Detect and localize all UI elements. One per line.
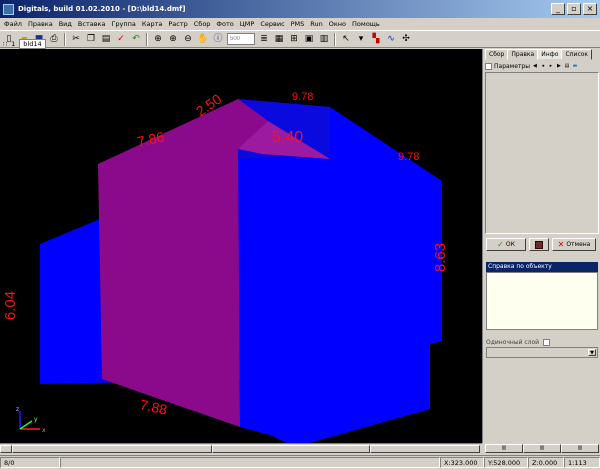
axis-x-label: x <box>42 427 46 434</box>
status-scale: 1:113 <box>564 456 600 468</box>
panel-bottom-button[interactable]: ▥ <box>485 444 523 453</box>
single-layer-checkbox[interactable] <box>543 338 551 346</box>
menu-view[interactable]: Вид <box>59 20 72 28</box>
menu-collect[interactable]: Сбор <box>194 20 211 28</box>
axis-y-line <box>19 420 33 430</box>
tool-button[interactable] <box>529 238 549 251</box>
3d-viewport[interactable]: z x y 2.50 9.78 7.86 5.40 9.78 8.63 6.04… <box>0 49 482 443</box>
dimension-label: 9.78 <box>398 151 420 163</box>
axis-y-label: y <box>34 416 38 423</box>
menu-photo[interactable]: Фото <box>216 20 233 28</box>
axis-z-label: z <box>16 406 19 413</box>
minimize-button[interactable]: _ <box>551 3 565 15</box>
scroll-segment[interactable] <box>370 444 480 453</box>
grid-toggle-icon[interactable]: ∷ <box>3 40 7 48</box>
tab-collect[interactable]: Сбор <box>485 49 509 60</box>
parameters-row: Параметры ◀ ◂ ▸ ▶ ▤ ▬ <box>485 61 599 71</box>
scroll-segment[interactable] <box>12 444 212 453</box>
maximize-button[interactable]: ▫ <box>567 3 581 15</box>
panel-tabs: Сбор Правка Инфо Список <box>485 49 593 60</box>
chevron-down-icon[interactable]: ▼ <box>588 349 596 356</box>
layer-select[interactable]: ▼ <box>486 347 598 358</box>
check-icon: ✓ <box>497 240 504 249</box>
menu-dem[interactable]: ЦМР <box>240 20 255 28</box>
monitor-icon[interactable]: ▬ <box>572 63 578 70</box>
title-bar: Digitals, build 01.02.2010 - [D:\bld14.d… <box>0 0 600 18</box>
panel-bottom-button[interactable]: ▥ <box>561 444 599 453</box>
document-tab[interactable]: bld14 <box>19 38 46 49</box>
menu-group[interactable]: Группа <box>111 20 135 28</box>
panel-buttons: ✓ ОК ✕ Отмена <box>486 238 598 251</box>
cancel-button[interactable]: ✕ Отмена <box>552 238 596 251</box>
cancel-label: Отмена <box>566 241 591 248</box>
front-gable-face <box>98 149 240 427</box>
status-bar: 8/0 X:323.000 Y:528.000 Z:0.000 1:113 <box>0 455 600 468</box>
menu-window[interactable]: Окно <box>329 20 346 28</box>
menu-raster[interactable]: Растр <box>168 20 187 28</box>
ok-label: ОК <box>505 241 515 248</box>
next-record-icon[interactable]: ▸ <box>548 63 554 70</box>
building-3d-model: z x y <box>16 99 442 443</box>
parameters-checkbox[interactable] <box>485 62 492 70</box>
status-z: Z:0.000 <box>528 456 564 468</box>
app-icon <box>3 3 14 15</box>
layer-number: 1 <box>11 39 16 48</box>
side-panel: Сбор Правка Инфо Список Параметры ◀ ◂ ▸ … <box>482 49 600 453</box>
first-record-icon[interactable]: ◀ <box>532 63 538 70</box>
panel-bottom-button[interactable]: ▥ <box>523 444 561 453</box>
tab-list[interactable]: Список <box>561 49 593 60</box>
status-count: 8/0 <box>0 456 60 468</box>
status-x: X:323.000 <box>440 456 484 468</box>
scroll-segment[interactable] <box>212 444 370 453</box>
dimension-label: 5.40 <box>272 129 304 146</box>
object-help-label: Справка по объекту <box>486 262 598 272</box>
menu-file[interactable]: Файл <box>4 20 22 28</box>
horizontal-scrollbar[interactable] <box>0 443 482 453</box>
ok-button[interactable]: ✓ ОК <box>486 238 526 251</box>
base-face <box>240 379 300 443</box>
menu-bar: Файл Правка Вид Вставка Группа Карта Рас… <box>0 18 600 30</box>
close-button[interactable]: × <box>583 3 597 15</box>
attributes-pane <box>485 72 599 234</box>
object-help-box[interactable] <box>486 272 598 330</box>
status-empty <box>60 456 440 468</box>
menu-help[interactable]: Помощь <box>352 20 380 28</box>
menu-run[interactable]: Run <box>310 20 322 28</box>
menu-pms[interactable]: PMS <box>291 20 305 28</box>
menu-edit[interactable]: Правка <box>28 20 53 28</box>
menu-insert[interactable]: Вставка <box>78 20 106 28</box>
menu-map[interactable]: Карта <box>142 20 163 28</box>
dimension-label: 8.63 <box>432 242 450 273</box>
document-bar: ∷ 1 bld14 <box>0 38 482 49</box>
tab-info[interactable]: Инфо <box>537 49 563 60</box>
tab-edit[interactable]: Правка <box>507 49 539 60</box>
dimension-label: 9.78 <box>292 91 314 103</box>
scroll-segment[interactable] <box>0 444 12 453</box>
dimension-label: 6.04 <box>2 290 20 321</box>
prev-record-icon[interactable]: ◂ <box>540 63 546 70</box>
single-layer-label: Одиночный слой <box>486 338 540 346</box>
list-icon[interactable]: ▤ <box>564 63 570 70</box>
status-y: Y:528.000 <box>484 456 528 468</box>
stamp-icon <box>535 240 543 249</box>
last-record-icon[interactable]: ▶ <box>556 63 562 70</box>
window-title: Digitals, build 01.02.2010 - [D:\bld14.d… <box>18 5 186 13</box>
parameters-label: Параметры <box>494 62 530 70</box>
cancel-icon: ✕ <box>557 240 565 249</box>
panel-bottom-buttons: ▥ ▥ ▥ <box>485 444 599 453</box>
single-layer-row: Одиночный слой <box>486 337 598 347</box>
menu-service[interactable]: Сервис <box>260 20 284 28</box>
